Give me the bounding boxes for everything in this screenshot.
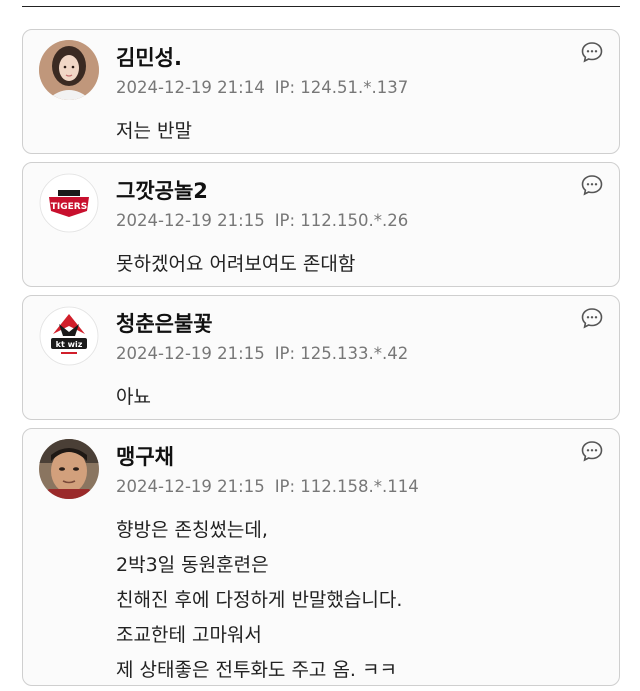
comment-datetime: 2024-12-19 21:15 xyxy=(116,477,265,496)
kt-wiz-logo-avatar[interactable]: kt wiz xyxy=(39,306,99,366)
comment-nickname[interactable]: 그깟공놀2 xyxy=(116,175,208,205)
comment-bubble-icon xyxy=(581,42,603,63)
kt-wiz-logo-text: kt wiz xyxy=(56,340,83,349)
comment-bubble-icon xyxy=(581,308,603,329)
comment-card: 맹구채 2024-12-19 21:15 IP: 112.158.*.114 향방… xyxy=(22,428,620,686)
comment-nickname[interactable]: 김민성. xyxy=(116,42,182,72)
comment-line: 못하겠어요 어려보여도 존대함 xyxy=(116,253,356,275)
comment-datetime: 2024-12-19 21:14 xyxy=(116,78,265,97)
comment-ip: IP: 112.150.*.26 xyxy=(274,211,409,230)
reply-button[interactable] xyxy=(581,174,603,196)
reply-button[interactable] xyxy=(581,307,603,329)
reply-button[interactable] xyxy=(581,440,603,462)
comment-line: 2박3일 동원훈련은 xyxy=(116,554,269,576)
comment-line: 친해진 후에 다정하게 반말했습니다. xyxy=(116,589,403,611)
comment-body: 향방은 존칭썼는데, 2박3일 동원훈련은 친해진 후에 다정하게 반말했습니다… xyxy=(116,513,402,688)
top-divider xyxy=(22,6,620,7)
comment-nickname[interactable]: 청춘은불꽃 xyxy=(116,308,213,338)
comment-ip: IP: 125.133.*.42 xyxy=(274,344,409,363)
comment-ip: IP: 124.51.*.137 xyxy=(274,78,409,97)
comment-datetime: 2024-12-19 21:15 xyxy=(116,211,265,230)
comment-body: 저는 반말 xyxy=(116,114,192,149)
user-photo-avatar[interactable] xyxy=(39,439,99,499)
comment-bubble-icon xyxy=(581,175,603,196)
comment-meta: 2024-12-19 21:14 IP: 124.51.*.137 xyxy=(116,78,408,97)
comment-line: 저는 반말 xyxy=(116,120,192,142)
comment-line: 조교한테 고마워서 xyxy=(116,624,262,646)
user-photo-avatar[interactable] xyxy=(39,40,99,100)
tigers-logo-text: TIGERS xyxy=(51,202,87,212)
comment-card: kt wiz 청춘은불꽃 2024-12-19 21:15 IP: 125.133… xyxy=(22,295,620,420)
comment-line: 제 상태좋은 전투화도 주고 옴. ㅋㅋ xyxy=(116,659,397,681)
reply-button[interactable] xyxy=(581,41,603,63)
comment-bubble-icon xyxy=(581,441,603,462)
tigers-logo-avatar[interactable]: TIGERS xyxy=(39,173,99,233)
comment-ip: IP: 112.158.*.114 xyxy=(274,477,419,496)
comment-meta: 2024-12-19 21:15 IP: 112.158.*.114 xyxy=(116,477,419,496)
comment-datetime: 2024-12-19 21:15 xyxy=(116,344,265,363)
comment-line: 아뇨 xyxy=(116,386,151,408)
comment-meta: 2024-12-19 21:15 IP: 125.133.*.42 xyxy=(116,344,408,363)
comment-body: 못하겠어요 어려보여도 존대함 xyxy=(116,247,355,282)
comment-line: 향방은 존칭썼는데, xyxy=(116,519,268,541)
comment-nickname[interactable]: 맹구채 xyxy=(116,441,174,471)
comment-body: 아뇨 xyxy=(116,380,151,415)
comment-meta: 2024-12-19 21:15 IP: 112.150.*.26 xyxy=(116,211,408,230)
comment-card: 김민성. 2024-12-19 21:14 IP: 124.51.*.137 저는… xyxy=(22,29,620,154)
comment-card: TIGERS 그깟공놀2 2024-12-19 21:15 IP: 112.150… xyxy=(22,162,620,287)
